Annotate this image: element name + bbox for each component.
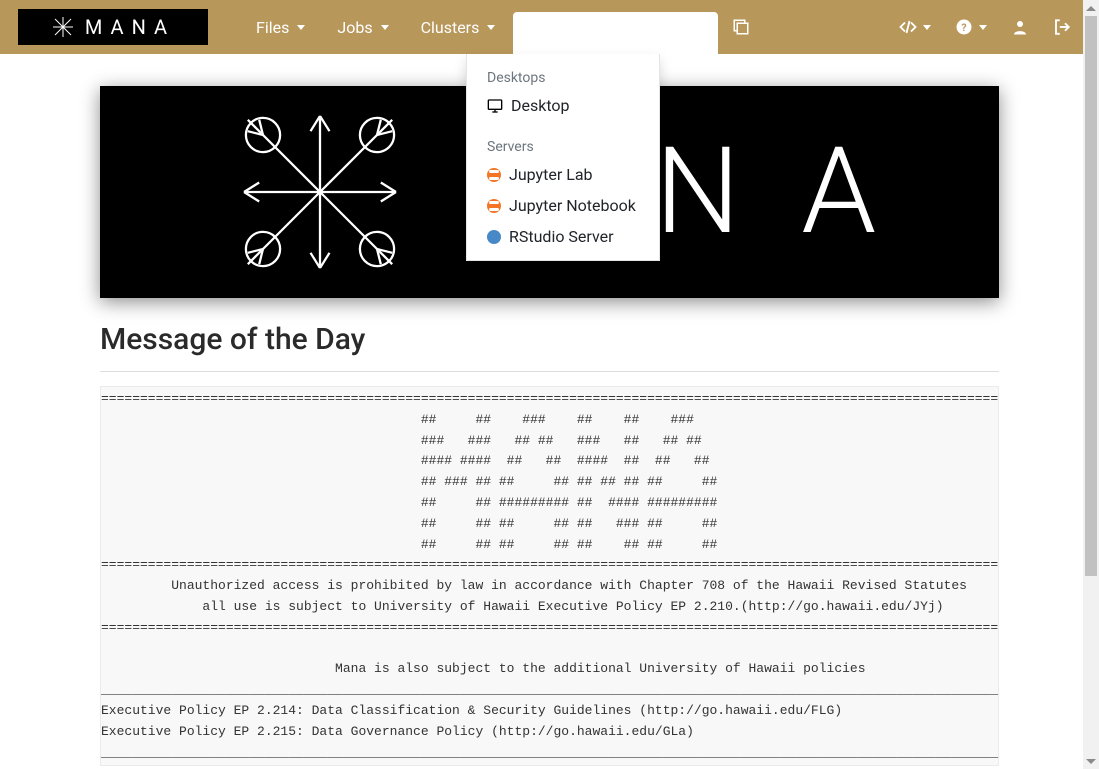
sessions-icon bbox=[732, 18, 750, 36]
nav-files-label: Files bbox=[256, 18, 289, 37]
logout-icon bbox=[1053, 18, 1071, 36]
caret-icon bbox=[381, 25, 389, 30]
nav-clusters-label: Clusters bbox=[421, 18, 480, 37]
motd-divider bbox=[100, 371, 999, 372]
jupyter-icon bbox=[487, 168, 501, 182]
nav-jobs[interactable]: Jobs bbox=[323, 10, 402, 45]
interactive-apps-dropdown: Desktops Desktop Servers Jupyter Lab Jup… bbox=[466, 54, 660, 261]
dropdown-item-label: RStudio Server bbox=[509, 227, 614, 246]
mana-snowflake-icon bbox=[51, 15, 75, 39]
dropdown-item-rstudio[interactable]: RStudio Server bbox=[467, 221, 659, 252]
mana-flower-icon bbox=[225, 97, 415, 287]
motd-body: ========================================… bbox=[100, 386, 999, 766]
help-icon: ? bbox=[955, 18, 973, 36]
scrollbar-track[interactable] bbox=[1083, 0, 1099, 769]
top-navbar: MANA Files Jobs Clusters Interactive App… bbox=[0, 0, 1099, 54]
motd-title: Message of the Day bbox=[100, 322, 999, 357]
brand-logo[interactable]: MANA bbox=[18, 9, 208, 45]
caret-icon bbox=[297, 25, 305, 30]
scrollbar-thumb[interactable] bbox=[1085, 16, 1097, 576]
dropdown-item-label: Jupyter Lab bbox=[509, 165, 593, 184]
dropdown-item-jupyternb[interactable]: Jupyter Notebook bbox=[467, 190, 659, 221]
brand-text: MANA bbox=[85, 15, 175, 39]
code-icon bbox=[899, 18, 917, 36]
user-icon bbox=[1011, 18, 1029, 36]
caret-icon bbox=[979, 25, 987, 30]
jupyter-icon bbox=[487, 199, 501, 213]
nav-my-sessions[interactable] bbox=[722, 10, 760, 44]
nav-develop[interactable] bbox=[889, 10, 941, 44]
nav-files[interactable]: Files bbox=[242, 10, 319, 45]
rstudio-icon bbox=[487, 230, 501, 244]
dropdown-item-jupyterlab[interactable]: Jupyter Lab bbox=[467, 159, 659, 190]
scrollbar-down-arrow[interactable] bbox=[1083, 753, 1099, 769]
banner-logo bbox=[220, 92, 420, 292]
caret-icon bbox=[487, 25, 495, 30]
desktop-icon bbox=[487, 98, 503, 114]
motd-section: Message of the Day =====================… bbox=[100, 322, 999, 766]
dropdown-header-servers: Servers bbox=[467, 131, 659, 159]
dropdown-item-label: Desktop bbox=[511, 96, 570, 115]
svg-text:?: ? bbox=[961, 21, 966, 34]
nav-interactive-apps[interactable]: Interactive Apps bbox=[513, 12, 718, 54]
nav-logout[interactable] bbox=[1043, 10, 1081, 44]
dropdown-header-desktops: Desktops bbox=[467, 62, 659, 90]
dropdown-item-desktop[interactable]: Desktop bbox=[467, 90, 659, 121]
nav-help[interactable]: ? bbox=[945, 10, 997, 44]
nav-user[interactable] bbox=[1001, 10, 1039, 44]
caret-icon bbox=[923, 25, 931, 30]
nav-jobs-label: Jobs bbox=[337, 18, 372, 37]
scrollbar-up-arrow[interactable] bbox=[1083, 0, 1099, 16]
dropdown-item-label: Jupyter Notebook bbox=[509, 196, 636, 215]
nav-clusters[interactable]: Clusters bbox=[407, 10, 510, 45]
